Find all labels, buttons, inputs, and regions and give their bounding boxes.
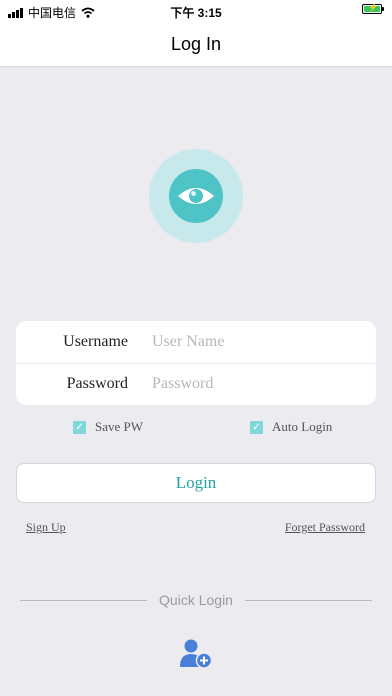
username-label: Username bbox=[63, 333, 128, 350]
password-row: Password bbox=[16, 363, 376, 405]
login-button[interactable]: Login bbox=[16, 463, 376, 503]
battery-charging-icon bbox=[362, 3, 384, 14]
eye-icon bbox=[178, 188, 214, 204]
divider-line-left bbox=[20, 599, 148, 601]
save-pw-label: Save PW bbox=[95, 419, 144, 434]
nav-bar: Log In bbox=[0, 22, 392, 67]
logo-inner-circle bbox=[169, 169, 223, 223]
username-input[interactable] bbox=[152, 333, 352, 351]
sign-up-link[interactable]: Sign Up bbox=[26, 520, 66, 535]
status-time: 下午 3:15 bbox=[170, 6, 222, 20]
save-pw-checkbox[interactable]: ✓ bbox=[73, 420, 86, 434]
auto-login-checkbox[interactable]: ✓ bbox=[250, 420, 263, 434]
password-label: Password bbox=[66, 375, 128, 392]
auto-login-option[interactable]: ✓ Auto Login bbox=[250, 419, 332, 435]
login-form: Username Password bbox=[16, 321, 376, 405]
quick-login-label: Quick Login bbox=[159, 592, 233, 608]
app-logo bbox=[149, 149, 243, 243]
quick-login-divider: Quick Login bbox=[20, 592, 372, 608]
forget-password-link[interactable]: Forget Password bbox=[285, 520, 365, 535]
auto-login-label: Auto Login bbox=[272, 419, 333, 434]
add-user-icon[interactable] bbox=[179, 638, 213, 670]
status-bar: 中国电信 下午 3:15 bbox=[0, 0, 392, 22]
password-input[interactable] bbox=[152, 375, 352, 393]
divider-line-right bbox=[244, 599, 372, 601]
username-row: Username bbox=[16, 321, 376, 364]
save-pw-option[interactable]: ✓ Save PW bbox=[73, 419, 143, 435]
page-title: Log In bbox=[170, 33, 222, 54]
